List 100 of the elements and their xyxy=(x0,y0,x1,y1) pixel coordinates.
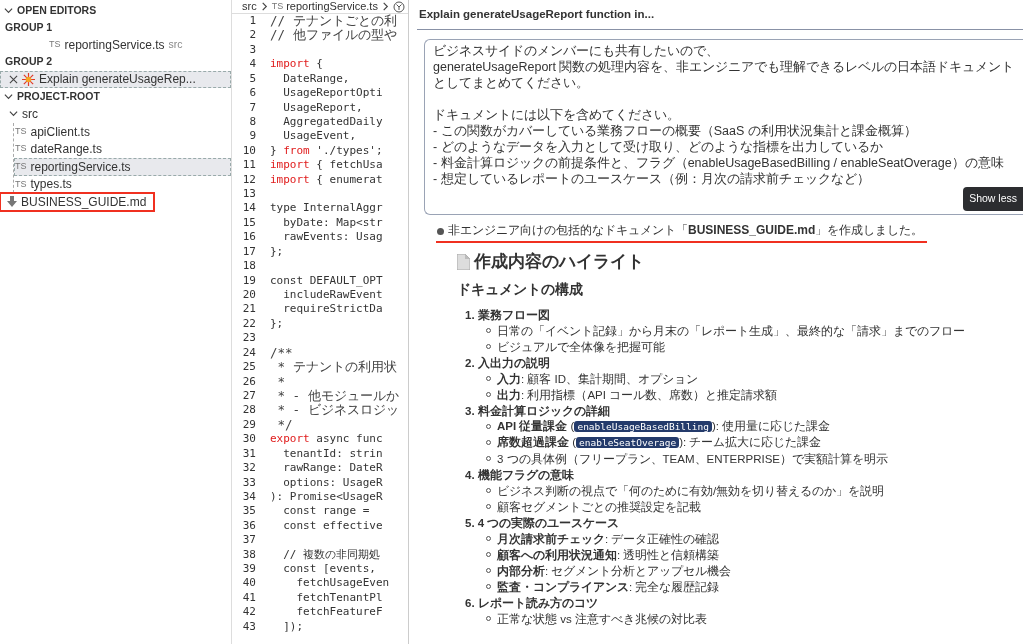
line-number: 7 xyxy=(248,100,257,115)
line-number: 6 xyxy=(248,86,257,101)
code-line: * - 他モジュールか xyxy=(276,388,399,403)
line-number: 38 xyxy=(241,547,257,563)
line-number: 8 xyxy=(248,114,257,130)
line-number: 10 xyxy=(241,143,257,159)
code-line: fetchFeatureF xyxy=(295,605,383,620)
code-line: * - ビジネスロジッ xyxy=(276,403,399,418)
group-title: GROUP 2 xyxy=(4,54,54,70)
close-icon[interactable] xyxy=(9,74,18,84)
code-line: /** xyxy=(270,345,293,361)
file-item[interactable]: TS dateRange.ts xyxy=(14,140,231,158)
code-line: import { xyxy=(270,57,323,72)
line-number: 32 xyxy=(241,461,257,476)
code-line: * xyxy=(276,374,286,389)
response-text: 非エンジニア向けの包括的なドキュメント「BUSINESS_GUIDE.md」を作成しました。 xyxy=(436,220,928,243)
code-line: rawRange: DateR xyxy=(282,461,383,476)
code-line: export async func xyxy=(270,432,383,447)
list-item-text: 出力: 利用指標（API コール数、席数）と推定請求額 xyxy=(497,387,778,403)
line-number: 24 xyxy=(241,345,257,361)
sparkle-icon xyxy=(22,72,35,86)
file-item[interactable]: TS apiClient.ts xyxy=(14,122,231,141)
document-icon xyxy=(457,253,470,270)
timeline-dot xyxy=(437,228,444,236)
chevron-icon[interactable] xyxy=(4,6,13,15)
code-line: UsageEvent, xyxy=(282,129,357,144)
file-name: dateRange.ts xyxy=(30,141,102,159)
code-line: fetchUsageEven xyxy=(295,576,390,591)
code-line: AggregatedDaily xyxy=(282,114,383,130)
list-title: レポート読み方のコツ xyxy=(477,596,598,609)
line-number: 33 xyxy=(241,475,257,490)
line-number: 17 xyxy=(241,244,257,260)
code-line: // テナントごとの利 xyxy=(270,14,397,28)
line-number: 22 xyxy=(241,316,257,332)
file-item[interactable]: TS types.ts xyxy=(14,175,231,194)
line-number: 11 xyxy=(241,158,257,173)
show-less-button[interactable]: Show less xyxy=(963,187,1023,211)
line-number: 9 xyxy=(248,129,257,144)
file-name: apiClient.ts xyxy=(30,123,90,141)
prompt-text: - 料金計算ロジックの前提条件と、フラグ（enableUsageBasedBilling / enableSeatOverage）の意味 xyxy=(433,156,1004,170)
prompt-text: generateUsageReport 関数の処理内容を、非エンジニアでも理解できるレベルの日本語ドキュメントとしてまとめてください。 xyxy=(433,60,1015,90)
chevron-icon[interactable] xyxy=(259,2,269,11)
list-item-text: 監査・コンプライアンス: 完全な履歴記録 xyxy=(497,579,720,595)
code-line: }; xyxy=(270,244,284,260)
file-item[interactable]: BUSINESS_GUIDE.md xyxy=(0,193,154,211)
list-item-text: ビジュアルで全体像を把握可能 xyxy=(497,339,665,355)
list-number: 3. xyxy=(465,404,475,417)
list-item-text: 入力: 顧客 ID、集計期間、オプション xyxy=(497,371,699,387)
file-item[interactable]: TS reportingService.ts src xyxy=(0,36,231,54)
line-number: 5 xyxy=(248,71,257,87)
file-item[interactable]: TS reportingService.ts xyxy=(14,157,231,176)
code-line: tenantId: strin xyxy=(282,446,383,462)
code-line: import { fetchUsa xyxy=(270,158,383,173)
line-number: 3 xyxy=(248,42,257,58)
section-header[interactable]: OPEN EDITORS xyxy=(0,2,231,19)
line-number: 16 xyxy=(241,230,257,245)
prompt-text: - 想定しているレポートのユースケース（例：月次の請求前チェックなど） xyxy=(433,172,870,186)
code-chip: enableUsageBasedBilling xyxy=(574,421,712,432)
line-number: 27 xyxy=(241,388,257,404)
breadcrumb-item[interactable]: src xyxy=(242,0,257,15)
list-item-text: 席数超過課金 ( enableSeatOverage ): チーム拡大に応じた課金 xyxy=(497,434,822,450)
chevron-icon[interactable] xyxy=(380,2,390,11)
list-item-text: 顧客への利用状況通知: 透明性と信頼構築 xyxy=(497,547,720,563)
code-line: const DEFAULT_OPT xyxy=(270,273,383,288)
line-number: 31 xyxy=(241,446,257,462)
code-line: DateRange, xyxy=(282,71,350,87)
line-number: 21 xyxy=(241,302,257,317)
line-number: 4 xyxy=(248,57,257,72)
list-title: 機能フラグの意味 xyxy=(477,468,574,481)
code-line: * テナントの利用状 xyxy=(276,360,397,375)
chat-title: Explain generateUsageReport function in... xyxy=(419,6,655,22)
file-name: BUSINESS_GUIDE.md xyxy=(21,193,147,211)
line-number: 26 xyxy=(241,374,257,389)
line-number: 14 xyxy=(241,201,257,216)
list-title: 料金計算ロジックの詳細 xyxy=(477,404,610,417)
list-number: 4. xyxy=(465,468,475,481)
code-line: const range = xyxy=(282,504,371,519)
line-number: 43 xyxy=(241,619,257,635)
code-line: // 他ファイルの型や xyxy=(270,28,397,43)
file-name: types.ts xyxy=(30,176,72,194)
code-line: type InternalAggr xyxy=(270,201,383,216)
line-number: 42 xyxy=(241,605,257,620)
line-number: 41 xyxy=(241,590,257,606)
list-number: 5. xyxy=(465,516,475,529)
list-item-text: API 従量課金 ( enableUsageBasedBilling ): 使用量に応じた課金 xyxy=(497,419,831,434)
section-header[interactable]: PROJECT-ROOT xyxy=(0,88,231,106)
line-number: 12 xyxy=(241,172,257,188)
code-line: fetchTenantPl xyxy=(295,590,383,606)
file-item[interactable]: src xyxy=(0,105,231,123)
breadcrumb-item[interactable]: reportingService.ts xyxy=(286,0,378,15)
symbol-icon[interactable] xyxy=(392,0,405,13)
line-number: 36 xyxy=(241,518,257,534)
folder-hint: src xyxy=(168,36,183,52)
list-title: 4 つの実際のユースケース xyxy=(477,516,620,529)
line-number: 35 xyxy=(241,504,257,519)
code-line: const [events, xyxy=(282,562,377,577)
line-number: 23 xyxy=(241,331,257,346)
code-line: // 複数の非同期処 xyxy=(282,547,381,563)
list-item-text: 顧客セグメントごとの推奨設定を記載 xyxy=(497,499,701,515)
file-item[interactable]: Explain generateUsageRep... xyxy=(0,70,231,89)
